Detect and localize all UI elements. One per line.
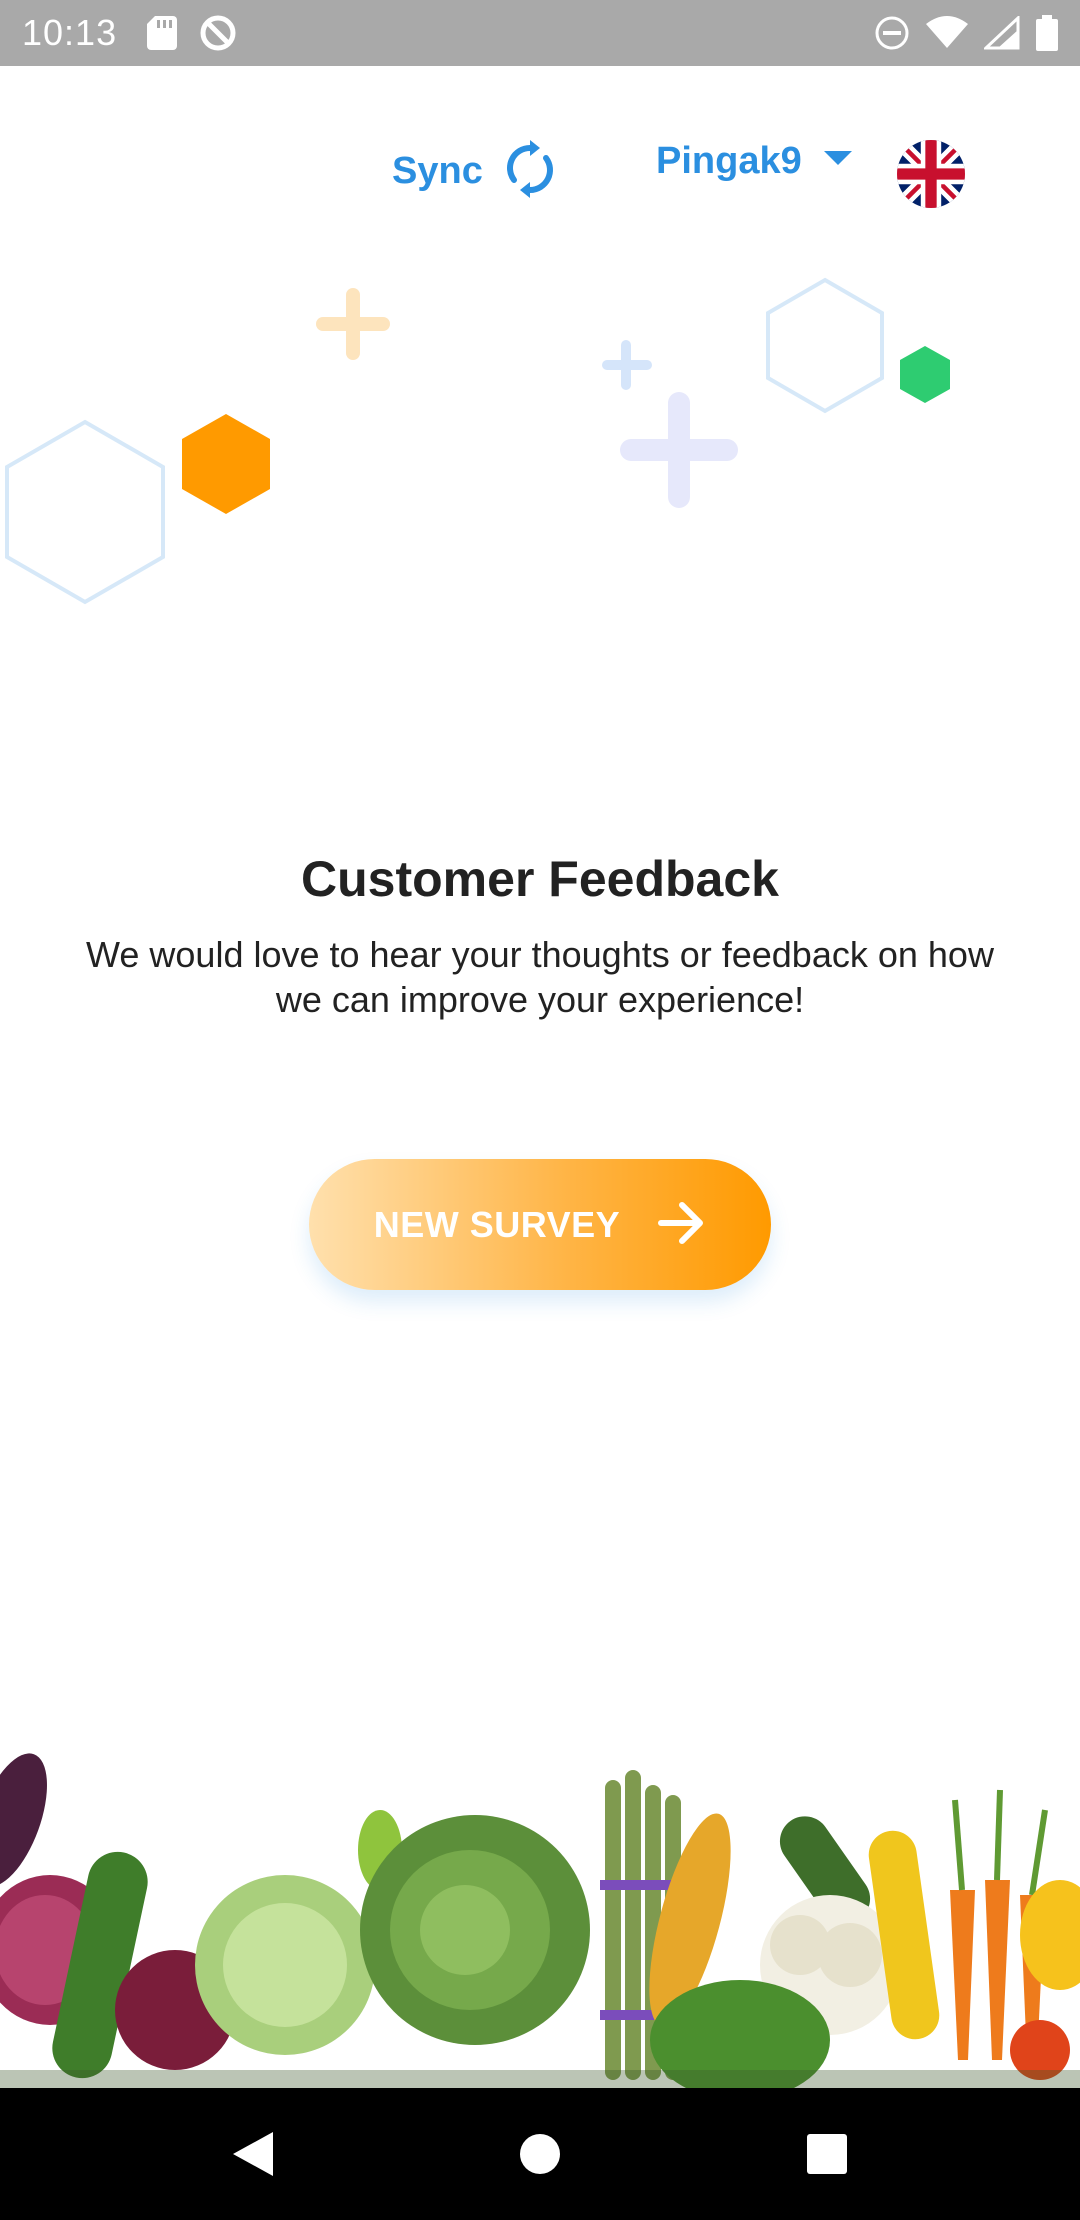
plus-peach: [316, 288, 390, 360]
vegetables-image: [0, 1753, 1080, 2088]
page-subtitle: We would love to hear your thoughts or f…: [86, 934, 994, 1020]
new-survey-label: NEW SURVEY: [373, 1203, 621, 1245]
navigation-bar: [0, 2088, 1080, 2220]
signal-icon: [984, 16, 1020, 50]
status-bar: 10:13: [0, 0, 1080, 66]
sync-icon: [505, 140, 555, 203]
caret-down-icon: [823, 151, 852, 172]
header: Sync Pingak9: [0, 120, 1080, 230]
page-title: Customer Feedback: [301, 851, 779, 907]
hexagon-outline-left: [5, 419, 165, 605]
hexagon-orange: [182, 414, 270, 514]
uk-flag-icon[interactable]: [897, 140, 965, 208]
home-icon[interactable]: [495, 2109, 585, 2199]
user-dropdown[interactable]: Pingak9: [656, 140, 852, 183]
hexagon-green: [900, 346, 950, 403]
data-saver-icon: [199, 14, 237, 52]
recents-icon[interactable]: [782, 2109, 872, 2199]
do-not-disturb-icon: [874, 15, 910, 51]
plus-small-blue: [602, 340, 652, 390]
back-icon[interactable]: [208, 2109, 298, 2199]
hexagon-outline-right: [766, 277, 884, 414]
arrow-right-icon: [658, 1202, 706, 1247]
plus-large-lavender: [620, 392, 738, 508]
user-label: Pingak9: [656, 140, 802, 182]
status-time: 10:13: [22, 12, 118, 53]
decorative-shapes: [5, 277, 950, 605]
sd-card-icon: [147, 16, 178, 50]
wifi-icon: [926, 16, 968, 50]
battery-icon: [1036, 15, 1058, 51]
sync-label: Sync: [392, 150, 483, 192]
sync-button[interactable]: Sync: [392, 140, 555, 203]
new-survey-button[interactable]: NEW SURVEY: [309, 1159, 771, 1290]
